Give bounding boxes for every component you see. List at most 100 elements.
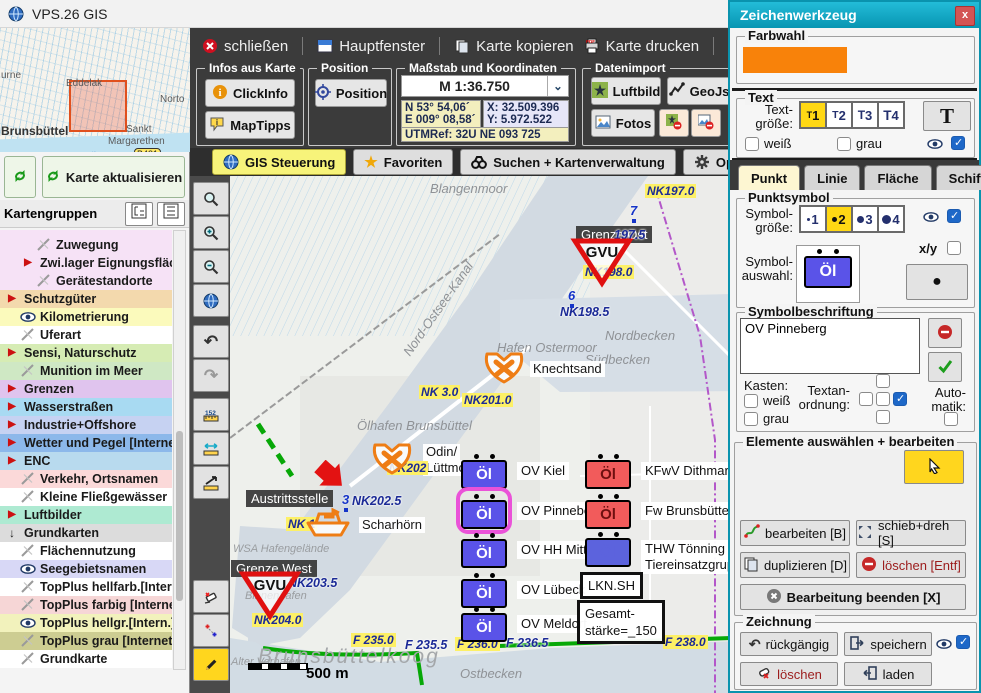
- measure-width-tool-button[interactable]: [193, 432, 229, 465]
- oil-point-symbol[interactable]: Öl: [461, 605, 507, 642]
- layer-item[interactable]: Seegebietsnamen: [0, 560, 172, 578]
- map-text-box[interactable]: Gesamt-stärke=_150: [577, 600, 665, 644]
- layer-item[interactable]: Grundkarte: [0, 650, 172, 668]
- zoom-in-tool-button[interactable]: [193, 216, 229, 249]
- shape-tab-schiff[interactable]: Schiff: [936, 165, 981, 190]
- oil-point-symbol[interactable]: Öl: [461, 571, 507, 608]
- arrange-center-checkbox[interactable]: [876, 392, 890, 406]
- layer-item[interactable]: ▶Sensi, Naturschutz: [0, 344, 172, 362]
- measure-diagonal-tool-button[interactable]: [193, 466, 229, 499]
- fotos-remove-button[interactable]: [691, 109, 721, 137]
- measure-scale-tool-button[interactable]: 152: [193, 398, 229, 431]
- layer-item[interactable]: TopPlus hellfarb.[Intern.: [0, 578, 172, 596]
- tree-list-button[interactable]: [157, 202, 185, 226]
- shape-tab-linie[interactable]: Linie: [804, 165, 860, 190]
- bearbeiten-button[interactable]: bearbeiten [B]: [740, 520, 850, 546]
- remove-label-button[interactable]: [928, 318, 962, 348]
- text-weiss-checkbox[interactable]: [745, 137, 759, 151]
- layer-item[interactable]: TopPlus farbig [Internet]: [0, 596, 172, 614]
- pen-slash-icon[interactable]: [36, 237, 52, 253]
- arrange-right-checkbox[interactable]: [893, 392, 907, 406]
- pen-slash-icon[interactable]: [20, 363, 36, 379]
- text-size-button-T3[interactable]: T3: [853, 103, 877, 127]
- arrow-red-icon[interactable]: ▶: [4, 510, 20, 520]
- panel-close-button[interactable]: x: [955, 6, 975, 26]
- magnifier-tool-button[interactable]: [193, 182, 229, 215]
- duplizieren-button[interactable]: duplizieren [D]: [740, 552, 850, 578]
- zoom-out-tool-button[interactable]: [193, 250, 229, 283]
- arrow-red-icon[interactable]: ▶: [4, 438, 20, 448]
- clickinfo-button[interactable]: iClickInfo: [205, 79, 295, 107]
- tab-suchen-kartenverwaltung[interactable]: Suchen + Kartenverwaltung: [460, 149, 676, 175]
- fotos-button[interactable]: Fotos: [591, 109, 655, 137]
- symbol-size-button-4[interactable]: 4: [879, 207, 903, 231]
- pen-slash-icon[interactable]: [20, 633, 36, 649]
- map-text-box[interactable]: LKN.SH: [580, 572, 643, 599]
- refresh-map-button[interactable]: Karte aktualisieren: [42, 156, 185, 198]
- oil-point-symbol[interactable]: Öl: [461, 531, 507, 568]
- text-size-button-T4[interactable]: T4: [879, 103, 903, 127]
- rueckgaengig-button[interactable]: ↶rückgängig: [740, 632, 838, 656]
- symbol-size-button-2[interactable]: 2: [827, 207, 851, 231]
- thw-tools-symbol[interactable]: [369, 441, 415, 477]
- sidebar-scrollbar[interactable]: [173, 230, 186, 670]
- drawing-visible-checkbox[interactable]: [956, 635, 970, 649]
- pen-slash-icon[interactable]: [20, 327, 36, 343]
- arrange-left-checkbox[interactable]: [859, 392, 873, 406]
- arrow-red-icon[interactable]: ▶: [4, 420, 20, 430]
- eraser-tool-button[interactable]: [193, 580, 229, 613]
- pen-slash-icon[interactable]: [20, 597, 36, 613]
- dot-symbol-button[interactable]: ●: [906, 264, 968, 300]
- kasten-grau-checkbox[interactable]: [744, 412, 758, 426]
- toolbar-karte-drucken-button[interactable]: PDFKarte drucken: [584, 38, 699, 55]
- layer-item[interactable]: Kleine Fließgewässer: [0, 488, 172, 506]
- arrow-red-icon[interactable]: ▶: [4, 456, 20, 466]
- layer-item[interactable]: Uferart: [0, 326, 172, 344]
- layer-item[interactable]: Munition im Meer: [0, 362, 172, 380]
- arrange-top-checkbox[interactable]: [876, 374, 890, 388]
- select-cursor-button[interactable]: [904, 450, 964, 484]
- overview-minimap[interactable]: urneEddelakNortoSanktMargarethenBrunsbüt…: [0, 28, 191, 152]
- layer-item[interactable]: ▶Luftbilder: [0, 506, 172, 524]
- red-arrow-marker[interactable]: [314, 460, 350, 496]
- text-size-button-T1[interactable]: T1: [801, 103, 825, 127]
- layer-item[interactable]: ▶ENC: [0, 452, 172, 470]
- luftbild-button[interactable]: Luftbild: [591, 77, 661, 105]
- layer-item[interactable]: ▶Zwi.lager Eignungsflächen: [0, 254, 172, 272]
- oil-point-symbol[interactable]: Öl: [461, 492, 507, 529]
- layer-item[interactable]: Zuwegung: [0, 236, 172, 254]
- kasten-weiss-checkbox[interactable]: [744, 394, 758, 408]
- scale-combobox[interactable]: M 1:36.750 ⌄: [401, 75, 569, 97]
- symbol-preview[interactable]: Öl: [796, 245, 860, 303]
- layer-item[interactable]: Flächennutzung: [0, 542, 172, 560]
- layer-item[interactable]: ▶Schutzgüter: [0, 290, 172, 308]
- shape-tab-punkt[interactable]: Punkt: [738, 165, 800, 190]
- thw-boat-symbol[interactable]: [304, 504, 350, 540]
- arrow-down-icon[interactable]: ↓: [4, 527, 20, 539]
- arrow-red-icon[interactable]: ▶: [4, 348, 20, 358]
- arrow-red-icon[interactable]: ▶: [20, 258, 36, 268]
- text-visible-checkbox[interactable]: [951, 136, 965, 150]
- layer-item[interactable]: ▶Grenzen: [0, 380, 172, 398]
- oil-point-symbol[interactable]: Öl: [585, 530, 631, 567]
- toolbar-karte-kopieren-button[interactable]: Karte kopieren: [454, 38, 574, 55]
- thw-tools-symbol[interactable]: [481, 350, 527, 386]
- big-text-button[interactable]: T: [923, 101, 971, 131]
- draw-pencil-tool-button[interactable]: [193, 648, 229, 681]
- pen-slash-icon[interactable]: [20, 471, 36, 487]
- gvu-triangle-symbol[interactable]: GVU: [570, 236, 634, 288]
- schieb-dreh-button[interactable]: schieb+dreh [S]: [856, 520, 966, 546]
- panel-titlebar[interactable]: Zeichenwerkzeug: [730, 2, 979, 28]
- luftbild-remove-button[interactable]: [659, 109, 689, 137]
- layer-item[interactable]: ▶Wasserstraßen: [0, 398, 172, 416]
- gvu-triangle-symbol[interactable]: GVU: [238, 569, 302, 621]
- layer-item[interactable]: TopPlus grau [Internet]: [0, 632, 172, 650]
- maptipps-button[interactable]: iMapTipps: [205, 111, 295, 139]
- symbol-visible-checkbox[interactable]: [947, 209, 961, 223]
- layer-item[interactable]: ▶Wetter und Pegel [Internet]: [0, 434, 172, 452]
- tab-gis-steuerung[interactable]: GIS Steuerung: [212, 149, 346, 175]
- layer-item[interactable]: Gerätestandorte: [0, 272, 172, 290]
- automatik-checkbox[interactable]: [944, 412, 958, 426]
- arrow-red-icon[interactable]: ▶: [4, 384, 20, 394]
- toolbar-hauptfenster-button[interactable]: Hauptfenster: [317, 38, 425, 55]
